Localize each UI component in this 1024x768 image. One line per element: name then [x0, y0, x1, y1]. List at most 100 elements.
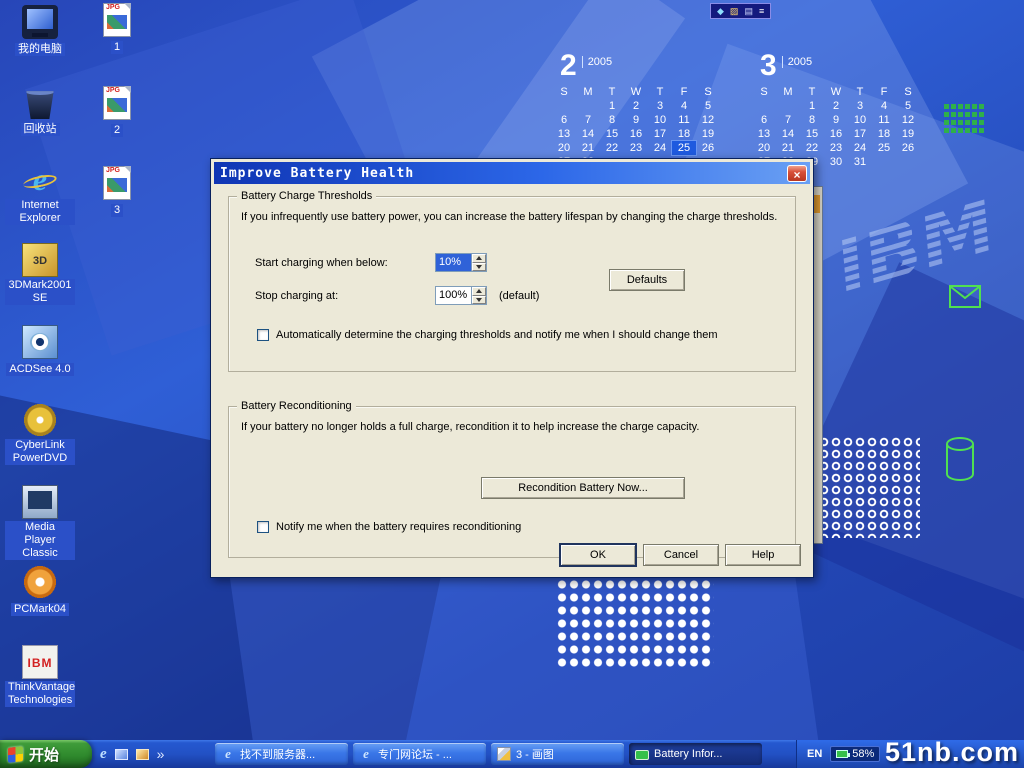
calendar-day: 4	[672, 99, 696, 113]
calendar-day: 11	[872, 113, 896, 127]
calendar-day: 12	[696, 113, 720, 127]
battery-icon	[836, 750, 848, 758]
recondition-battery-button[interactable]: Recondition Battery Now...	[481, 477, 685, 499]
calendar-day-header: M	[776, 85, 800, 99]
spin-up-button[interactable]	[472, 287, 486, 296]
desktop-icon-internet-explorer[interactable]: Internet Explorer	[5, 163, 75, 226]
watermark: 51nb.com	[885, 737, 1019, 768]
desktop-icon-label: ACDSee 4.0	[6, 363, 73, 376]
language-bar[interactable]: ◆ ▨ ▤ ≡	[710, 3, 771, 19]
desktop-icon-thinkvantage[interactable]: ThinkVantage Technologies	[5, 645, 75, 708]
calendar-day	[896, 155, 920, 169]
desktop-file-2[interactable]: JPG 2	[88, 86, 146, 138]
calendar-day: 26	[696, 141, 720, 155]
calendar-day: 5	[696, 99, 720, 113]
calendar-day: 1	[800, 99, 824, 113]
spin-down-button[interactable]	[472, 263, 486, 272]
group-title: Battery Charge Thresholds	[237, 190, 376, 202]
desktop-file-1[interactable]: JPG 1	[88, 3, 146, 55]
desktop-icon-label: PCMark04	[11, 603, 69, 616]
close-icon: ×	[793, 168, 800, 182]
calendar-day: 16	[824, 127, 848, 141]
up-arrow-icon	[476, 289, 482, 293]
checkbox-label: Notify me when the battery requires reco…	[276, 521, 521, 533]
desktop-file-label: 2	[111, 124, 123, 137]
pen-icon[interactable]: ▨	[730, 4, 739, 18]
tray-battery-indicator[interactable]: 58%	[830, 746, 880, 762]
ok-button[interactable]: OK	[560, 544, 636, 566]
quick-launch-chevron-icon[interactable]: »	[157, 746, 165, 762]
group-title: Battery Reconditioning	[237, 400, 356, 412]
close-button[interactable]: ×	[787, 165, 807, 182]
calendar-year: 2005	[582, 56, 612, 68]
spin-up-button[interactable]	[472, 254, 486, 263]
envelope-icon	[948, 284, 982, 310]
auto-determine-checkbox[interactable]: Automatically determine the charging thr…	[257, 329, 717, 341]
defaults-button[interactable]: Defaults	[609, 269, 685, 291]
cancel-button[interactable]: Cancel	[643, 544, 719, 566]
taskbar-task-paint[interactable]: 3 - 画图	[491, 743, 624, 765]
calendar-day: 21	[776, 141, 800, 155]
calendar-day: 7	[776, 113, 800, 127]
calendar-day: 23	[824, 141, 848, 155]
taskbar-task-battery-information[interactable]: Battery Infor...	[629, 743, 762, 765]
calendar-day: 25	[872, 141, 896, 155]
calendar-day: 19	[696, 127, 720, 141]
start-button[interactable]: 开始	[0, 740, 92, 768]
desktop-icon-powerdvd[interactable]: CyberLink PowerDVD	[5, 403, 75, 466]
windows-flag-icon	[8, 746, 23, 763]
calendar-day: 3	[848, 99, 872, 113]
desktop-icon-media-player-classic[interactable]: Media Player Classic	[5, 485, 75, 561]
calendar-header: 2 2005	[560, 52, 720, 80]
notify-reconditioning-checkbox[interactable]: Notify me when the battery requires reco…	[257, 521, 521, 533]
spin-down-button[interactable]	[472, 296, 486, 305]
desktop-icon-acdsee[interactable]: ACDSee 4.0	[5, 325, 75, 377]
calendar-month: 2	[560, 52, 577, 80]
calendar-day: 2	[624, 99, 648, 113]
quick-launch-ie-icon[interactable]: e	[100, 746, 107, 763]
quick-launch-show-desktop-icon[interactable]	[115, 749, 128, 760]
stop-charging-value[interactable]: 100%	[436, 287, 471, 304]
calendar-day: 8	[800, 113, 824, 127]
task-label: 专门网论坛 - ...	[378, 746, 452, 762]
dots-pattern	[556, 578, 714, 670]
calendar-day: 19	[896, 127, 920, 141]
down-arrow-icon	[476, 298, 482, 302]
start-charging-spinner[interactable]: 10%	[435, 253, 487, 272]
calendar-day: 14	[576, 127, 600, 141]
calendar-day-header: S	[752, 85, 776, 99]
language-indicator[interactable]: EN	[807, 748, 822, 760]
calendar-day	[776, 99, 800, 113]
calendar-year: 2005	[782, 56, 812, 68]
pcmark-icon	[22, 565, 58, 599]
desktop-icon-label: 回收站	[21, 123, 60, 136]
desktop-icon-3dmark2001[interactable]: 3DMark2001 SE	[5, 243, 75, 306]
keyboard-icon[interactable]: ▤	[744, 4, 753, 18]
battery-percent: 58%	[852, 748, 874, 760]
menu-icon[interactable]: ≡	[759, 4, 764, 18]
taskbar-task-server-not-found[interactable]: e 找不到服务器...	[215, 743, 348, 765]
calendar-day: 21	[576, 141, 600, 155]
calendar-march-2005: 3 2005 SMTWTFS12345678910111213141516171…	[752, 52, 920, 169]
calendar-day: 18	[672, 127, 696, 141]
ring-dots-pattern	[818, 436, 920, 538]
stop-charging-spinner[interactable]: 100%	[435, 286, 487, 305]
calendar-month: 3	[760, 52, 777, 80]
calendar-day: 2	[824, 99, 848, 113]
desktop-icon-recycle-bin[interactable]: 回收站	[5, 85, 75, 137]
calendar-day: 12	[896, 113, 920, 127]
calendar-day: 13	[752, 127, 776, 141]
taskbar-task-forum[interactable]: e 专门网论坛 - ...	[353, 743, 486, 765]
jpg-file-icon: JPG	[103, 3, 131, 37]
desktop-icon-pcmark04[interactable]: PCMark04	[5, 565, 75, 617]
start-charging-value[interactable]: 10%	[436, 254, 471, 271]
help-button[interactable]: Help	[725, 544, 801, 566]
input-method-icon[interactable]: ◆	[717, 4, 724, 18]
calendar-day: 14	[776, 127, 800, 141]
checkbox-box[interactable]	[257, 521, 269, 533]
quick-launch-media-icon[interactable]	[136, 749, 149, 760]
desktop-icon-my-computer[interactable]: 我的电脑	[5, 5, 75, 57]
calendar-day: 20	[752, 141, 776, 155]
checkbox-box[interactable]	[257, 329, 269, 341]
desktop-file-3[interactable]: JPG 3	[88, 166, 146, 218]
